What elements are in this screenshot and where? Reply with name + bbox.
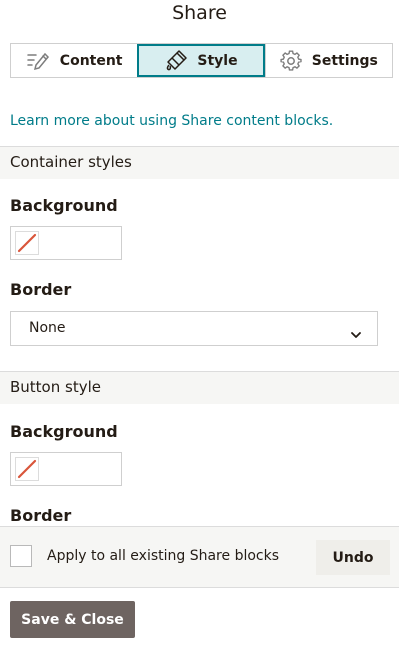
tab-settings-label: Settings	[311, 52, 378, 69]
save-close-button[interactable]: Save & Close	[10, 601, 135, 638]
container-border-select[interactable]: None	[10, 311, 378, 346]
button-style-heading: Button style	[0, 371, 399, 404]
tab-bar: Content Style Settings	[10, 43, 393, 78]
undo-button[interactable]: Undo	[316, 540, 390, 575]
button-border-label: Border	[10, 506, 72, 525]
button-background-color-picker[interactable]	[10, 452, 122, 486]
learn-more-link[interactable]: Learn more about using Share content blo…	[10, 113, 333, 129]
tab-settings[interactable]: Settings	[264, 44, 392, 77]
chevron-down-icon	[351, 324, 361, 343]
container-background-color-picker[interactable]	[10, 226, 122, 260]
panel-title: Share	[172, 2, 227, 24]
edit-icon	[26, 50, 50, 72]
no-color-icon	[15, 457, 39, 481]
container-border-label: Border	[10, 280, 72, 299]
paint-icon	[165, 49, 188, 72]
container-styles-heading: Container styles	[0, 146, 399, 179]
apply-all-checkbox[interactable]	[10, 545, 32, 567]
apply-all-label: Apply to all existing Share blocks	[47, 548, 280, 564]
tab-content-label: Content	[59, 52, 123, 69]
no-color-icon	[15, 231, 39, 255]
container-background-label: Background	[10, 196, 118, 215]
gear-icon	[280, 50, 302, 72]
tab-style[interactable]: Style	[137, 44, 265, 77]
apply-all-bar: Apply to all existing Share blocks Undo	[0, 526, 399, 588]
tab-style-label: Style	[197, 52, 238, 69]
container-border-value: None	[29, 320, 66, 336]
button-background-label: Background	[10, 422, 118, 441]
tab-content[interactable]: Content	[11, 44, 137, 77]
